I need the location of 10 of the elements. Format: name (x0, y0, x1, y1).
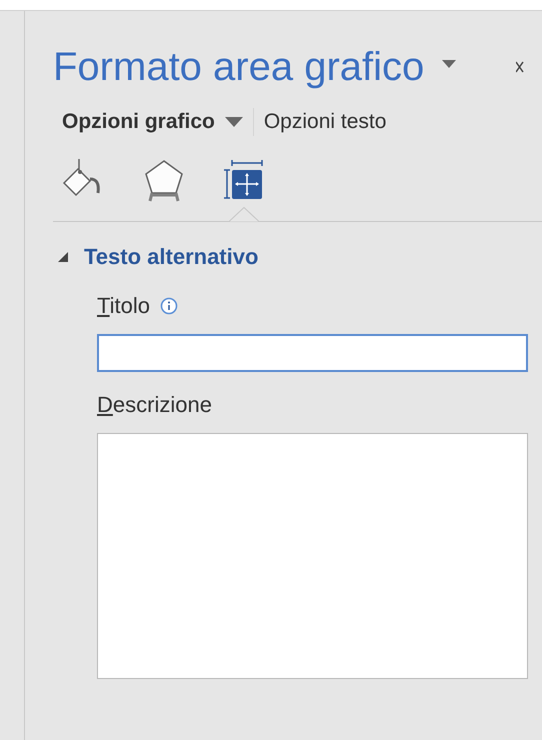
section-header[interactable]: Testo alternativo (58, 240, 258, 273)
close-icon[interactable] (516, 61, 524, 73)
options-tab[interactable]: Opzioni testo (264, 106, 386, 138)
pane-title: Formato area grafico (53, 45, 424, 89)
caret-icon[interactable] (442, 60, 456, 68)
field-label: Descrizione (97, 391, 212, 419)
field-label: Titolo (97, 292, 150, 320)
expanded-triangle-icon (58, 252, 68, 262)
title-input-field[interactable] (97, 334, 528, 372)
options-tab[interactable]: Opzioni grafico (62, 106, 243, 138)
